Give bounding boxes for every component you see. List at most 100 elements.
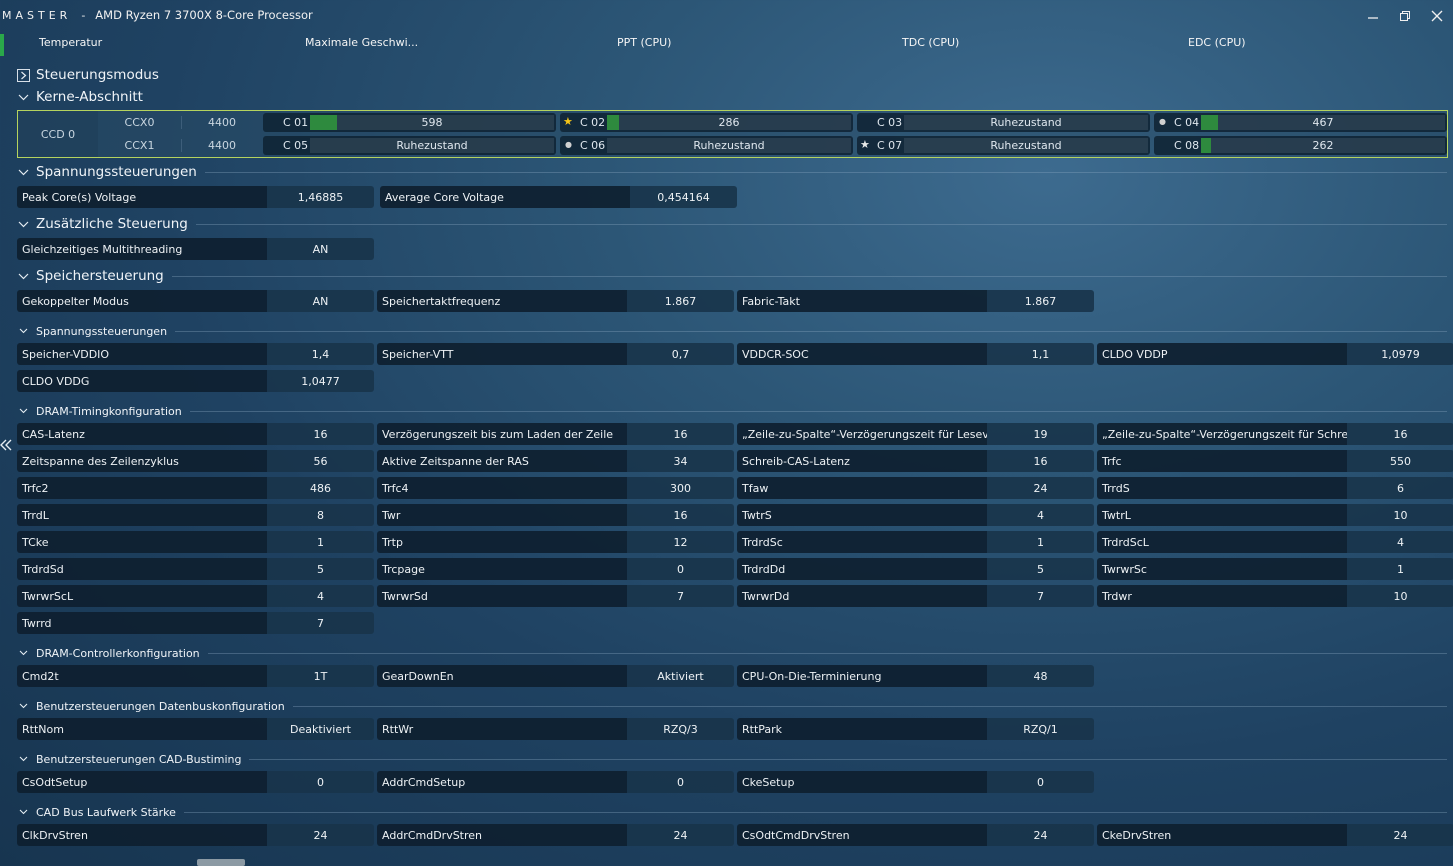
memory-voltage-field[interactable]: VDDCR-SOC 1,1 [737, 343, 1094, 365]
core-cell[interactable]: ★ C 02 286 [560, 113, 853, 132]
field-value[interactable]: 300 [627, 477, 734, 499]
field-value[interactable]: AN [267, 238, 374, 260]
field-value[interactable]: Aktiviert [627, 665, 734, 687]
timing-field[interactable]: Trdwr 10 [1097, 585, 1453, 607]
chevron-down-icon[interactable] [17, 325, 30, 338]
section-cores[interactable]: Kerne-Abschnitt [17, 88, 1447, 106]
timing-field[interactable]: Twrrd 7 [17, 612, 374, 634]
controller-field[interactable]: Cmd2t 1T [17, 665, 374, 687]
timing-field[interactable]: TwtrS 4 [737, 504, 1094, 526]
field-value[interactable]: 1,0979 [1347, 343, 1453, 365]
chevron-down-icon[interactable] [17, 700, 30, 713]
header-temperature[interactable]: Temperatur [39, 36, 102, 49]
chevron-down-icon[interactable] [17, 647, 30, 660]
timing-field[interactable]: TrdrdDd 5 [737, 558, 1094, 580]
field-value[interactable]: 12 [627, 531, 734, 553]
memory-voltage-field[interactable]: Speicher-VDDIO 1,4 [17, 343, 374, 365]
section-dram-controller[interactable]: DRAM-Controllerkonfiguration [17, 644, 1447, 662]
timing-field[interactable]: Schreib-CAS-Latenz 16 [737, 450, 1094, 472]
cad-strength-field[interactable]: ClkDrvStren 24 [17, 824, 374, 846]
field-value[interactable]: 24 [267, 824, 374, 846]
field-value[interactable]: Deaktiviert [267, 718, 374, 740]
controller-field[interactable]: CPU-On-Die-Terminierung 48 [737, 665, 1094, 687]
chevron-down-icon[interactable] [17, 270, 30, 283]
coupled-mode-field[interactable]: Gekoppelter Modus AN [17, 290, 374, 312]
field-value[interactable]: 0 [267, 771, 374, 793]
header-max-speed[interactable]: Maximale Geschwi... [305, 36, 418, 49]
timing-field[interactable]: TrdrdScL 4 [1097, 531, 1453, 553]
timing-field[interactable]: TrdrdSc 1 [737, 531, 1094, 553]
field-value[interactable]: 486 [267, 477, 374, 499]
databus-field[interactable]: RttWr RZQ/3 [377, 718, 734, 740]
databus-field[interactable]: RttNom Deaktiviert [17, 718, 374, 740]
field-value[interactable]: 24 [1347, 824, 1453, 846]
field-value[interactable]: 7 [627, 585, 734, 607]
memory-voltage-field[interactable]: CLDO VDDG 1,0477 [17, 370, 374, 392]
timing-field[interactable]: TwrwrSc 1 [1097, 558, 1453, 580]
cad-strength-field[interactable]: AddrCmdDrvStren 24 [377, 824, 734, 846]
section-additional-control[interactable]: Zusätzliche Steuerung [17, 215, 1447, 233]
field-value[interactable]: AN [267, 290, 374, 312]
timing-field[interactable]: Trcpage 0 [377, 558, 734, 580]
field-value[interactable]: 24 [987, 477, 1094, 499]
field-value[interactable]: 10 [1347, 504, 1453, 526]
field-value[interactable]: 4 [1347, 531, 1453, 553]
core-cell[interactable]: ★ C 07 Ruhezustand [857, 136, 1150, 155]
field-value[interactable]: 1T [267, 665, 374, 687]
timing-field[interactable]: „Zeile-zu-Spalte“-Verzögerungszeit für S… [1097, 423, 1453, 445]
field-value[interactable]: 8 [267, 504, 374, 526]
field-value[interactable]: 4 [987, 504, 1094, 526]
field-value[interactable]: 5 [987, 558, 1094, 580]
field-value[interactable]: 1 [987, 531, 1094, 553]
cad-timing-field[interactable]: CkeSetup 0 [737, 771, 1094, 793]
section-mem-voltage[interactable]: Spannungssteuerungen [17, 322, 1447, 340]
header-ppt[interactable]: PPT (CPU) [617, 36, 671, 49]
smt-field[interactable]: Gleichzeitiges Multithreading AN [17, 238, 374, 260]
field-value[interactable]: RZQ/1 [987, 718, 1094, 740]
timing-field[interactable]: Twr 16 [377, 504, 734, 526]
memory-voltage-field[interactable]: CLDO VDDP 1,0979 [1097, 343, 1453, 365]
field-value[interactable]: 5 [267, 558, 374, 580]
timing-field[interactable]: TwrwrSd 7 [377, 585, 734, 607]
field-value[interactable]: 1,1 [987, 343, 1094, 365]
timing-field[interactable]: TrrdL 8 [17, 504, 374, 526]
timing-field[interactable]: TrrdS 6 [1097, 477, 1453, 499]
field-value[interactable]: 0 [987, 771, 1094, 793]
field-value[interactable]: 16 [987, 450, 1094, 472]
field-value[interactable]: 0 [627, 771, 734, 793]
field-value[interactable]: 7 [987, 585, 1094, 607]
timing-field[interactable]: TwrwrScL 4 [17, 585, 374, 607]
section-memory-control[interactable]: Speichersteuerung [17, 267, 1447, 285]
field-value[interactable]: 7 [267, 612, 374, 634]
core-cell[interactable]: ● C 06 Ruhezustand [560, 136, 853, 155]
timing-field[interactable]: Trtp 12 [377, 531, 734, 553]
field-value[interactable]: 16 [1347, 423, 1453, 445]
field-value[interactable]: 16 [627, 504, 734, 526]
field-value[interactable]: 1,4 [267, 343, 374, 365]
chevron-down-icon[interactable] [17, 218, 30, 231]
section-dram-timing[interactable]: DRAM-Timingkonfiguration [17, 402, 1447, 420]
chevron-down-icon[interactable] [17, 806, 30, 819]
horizontal-scrollbar[interactable] [197, 859, 245, 866]
timing-field[interactable]: TrdrdSd 5 [17, 558, 374, 580]
databus-field[interactable]: RttPark RZQ/1 [737, 718, 1094, 740]
core-cell[interactable]: C 01 598 [263, 113, 556, 132]
field-value[interactable]: 19 [987, 423, 1094, 445]
chevron-down-icon[interactable] [17, 91, 30, 104]
header-tdc[interactable]: TDC (CPU) [902, 36, 959, 49]
field-value[interactable]: 550 [1347, 450, 1453, 472]
core-cell[interactable]: C 08 262 [1154, 136, 1447, 155]
timing-field[interactable]: CAS-Latenz 16 [17, 423, 374, 445]
field-value[interactable]: 1 [1347, 558, 1453, 580]
field-value[interactable]: 1,0477 [267, 370, 374, 392]
section-cad-timing[interactable]: Benutzersteuerungen CAD-Bustiming [17, 750, 1447, 768]
timing-field[interactable]: Trfc 550 [1097, 450, 1453, 472]
field-value[interactable]: 4 [267, 585, 374, 607]
field-value[interactable]: 1 [267, 531, 374, 553]
section-cad-strength[interactable]: CAD Bus Laufwerk Stärke [17, 803, 1447, 821]
timing-field[interactable]: Trfc4 300 [377, 477, 734, 499]
chevron-down-icon[interactable] [17, 166, 30, 179]
field-value[interactable]: RZQ/3 [627, 718, 734, 740]
field-value[interactable]: 34 [627, 450, 734, 472]
field-value[interactable]: 24 [627, 824, 734, 846]
